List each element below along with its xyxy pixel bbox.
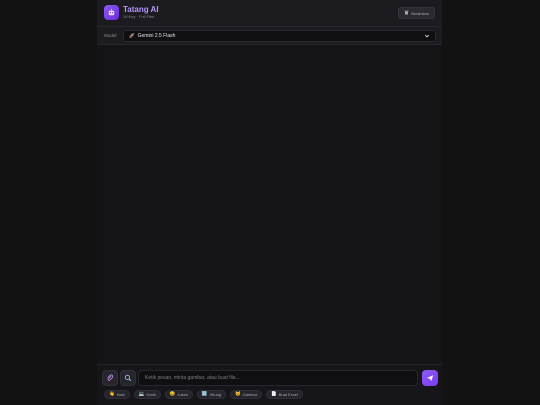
- quick-action-kode[interactable]: 💻 Kode: [133, 390, 161, 399]
- quick-action-jokes[interactable]: 😄 Jokes: [164, 390, 193, 399]
- quick-actions: 👋 Halo 💻 Kode 😄 Jokes 🔢 Hitung 🐱 Gambar …: [104, 390, 303, 399]
- message-input[interactable]: [138, 370, 418, 386]
- chat-panel: [97, 0, 442, 405]
- model-selected-value: Gemini 2.5 Flash: [137, 33, 176, 39]
- cat-icon: 🐱: [235, 391, 241, 397]
- quick-action-halo[interactable]: 👋 Halo: [104, 390, 130, 399]
- document-icon: 📄: [271, 391, 277, 397]
- app-header: Tatang AI 10 Key · Full Fitur Bersihkan: [97, 0, 442, 27]
- search-icon: [124, 369, 132, 387]
- chevron-down-icon: [424, 33, 430, 41]
- clear-chat-button[interactable]: Bersihkan: [398, 7, 435, 19]
- laugh-icon: 😄: [169, 391, 176, 397]
- calculator-icon: 🔢: [201, 391, 208, 397]
- chip-label: Buat Excel: [278, 392, 298, 397]
- chip-label: Gambar: [242, 392, 258, 397]
- quick-action-buat-excel[interactable]: 📄 Buat Excel: [266, 390, 303, 399]
- attach-button[interactable]: [102, 370, 118, 386]
- app-title: Tatang AI: [123, 5, 159, 14]
- laptop-icon: 💻: [138, 391, 145, 397]
- trash-icon: [404, 10, 409, 16]
- model-bar: Model: 🚀 Gemini 2.5 Flash: [97, 27, 442, 45]
- chip-label: Halo: [116, 392, 125, 397]
- quick-action-gambar[interactable]: 🐱 Gambar: [230, 390, 263, 399]
- wave-icon: 👋: [109, 391, 115, 397]
- chip-label: Hitung: [209, 392, 222, 397]
- send-icon: [426, 369, 434, 387]
- composer: 👋 Halo 💻 Kode 😄 Jokes 🔢 Hitung 🐱 Gambar …: [97, 364, 442, 405]
- clear-chat-label: Bersihkan: [411, 10, 429, 16]
- chip-label: Jokes: [177, 392, 188, 397]
- robot-icon: [104, 5, 119, 20]
- rocket-icon: 🚀: [129, 32, 135, 38]
- search-button[interactable]: [120, 370, 136, 386]
- paperclip-icon: [106, 369, 114, 387]
- model-select[interactable]: 🚀 Gemini 2.5 Flash: [123, 30, 436, 42]
- send-button[interactable]: [422, 370, 438, 386]
- quick-action-hitung[interactable]: 🔢 Hitung: [196, 390, 227, 399]
- app-subtitle: 10 Key · Full Fitur: [123, 14, 155, 19]
- chip-label: Kode: [146, 392, 156, 397]
- model-label: Model:: [104, 33, 118, 38]
